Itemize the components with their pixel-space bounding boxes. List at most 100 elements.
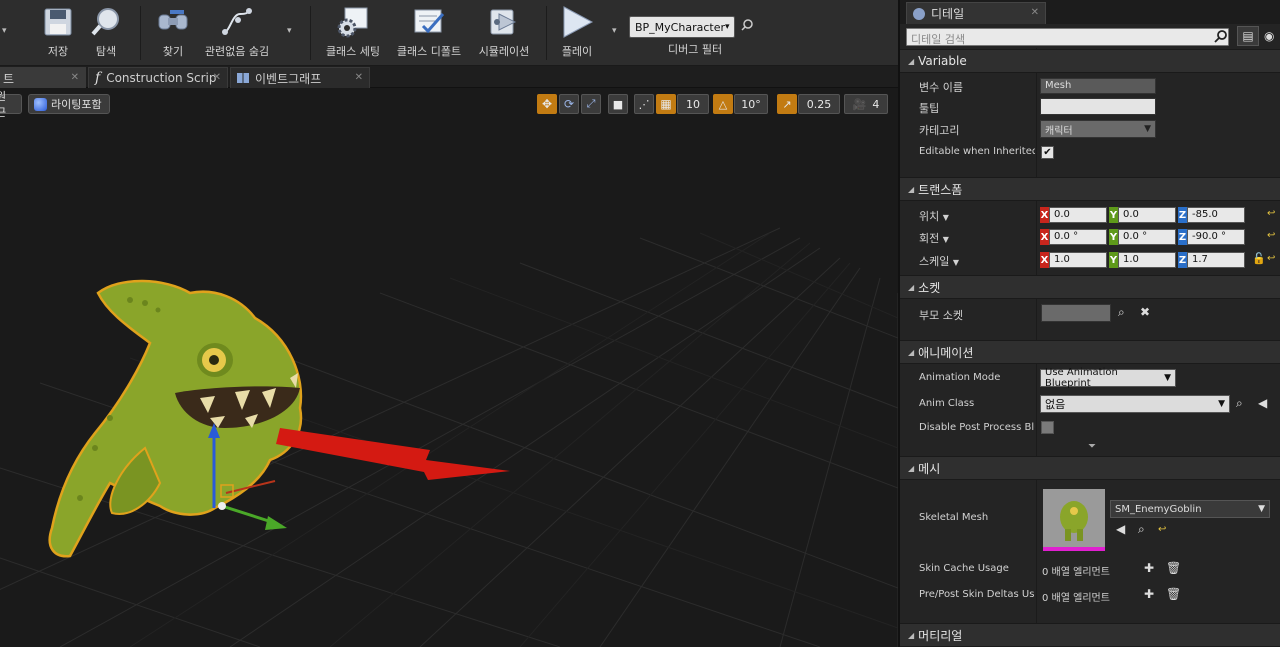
- scale-x[interactable]: X 1.0: [1040, 252, 1107, 268]
- grid-snap-value[interactable]: 10: [677, 94, 709, 114]
- parent-socket-field[interactable]: [1041, 304, 1111, 322]
- category-mesh[interactable]: ◢ 메시: [900, 456, 1280, 480]
- expand-advanced-icon[interactable]: ⏷: [1088, 441, 1096, 452]
- coordinate-space-button[interactable]: ■: [608, 94, 628, 114]
- category-title: 애니메이션: [918, 345, 974, 360]
- chevron-down-icon: ▼: [952, 258, 960, 267]
- tab-event-graph[interactable]: 이벤트그래프 ✕: [230, 67, 370, 88]
- reset-to-default-icon[interactable]: ↩: [1267, 253, 1275, 264]
- location-x-value[interactable]: 0.0: [1049, 207, 1107, 223]
- debug-object-select[interactable]: BP_MyCharacter ▾: [629, 16, 735, 38]
- scale-y-value[interactable]: 1.0: [1118, 252, 1176, 268]
- perspective-button[interactable]: 원근: [0, 90, 22, 119]
- clear-icon[interactable]: ✖: [1140, 305, 1150, 319]
- category-material[interactable]: ◢ 머티리얼: [900, 623, 1280, 647]
- collapse-arrow-icon: ◢: [908, 282, 915, 292]
- rotation-z-value[interactable]: -90.0 °: [1187, 229, 1245, 245]
- property-label: Skeletal Mesh: [919, 512, 989, 523]
- property-label: 스케일 ▼: [919, 253, 1035, 269]
- close-icon[interactable]: ✕: [213, 72, 221, 83]
- close-icon[interactable]: ✕: [355, 72, 363, 83]
- lock-icon[interactable]: 🔓: [1252, 252, 1266, 265]
- close-icon[interactable]: ✕: [71, 72, 79, 83]
- tooltip-field[interactable]: [1040, 98, 1156, 115]
- debug-search-icon[interactable]: [741, 19, 753, 34]
- tab-viewport[interactable]: 트 ✕: [0, 67, 86, 88]
- category-socket[interactable]: ◢ 소켓: [900, 275, 1280, 299]
- skeletal-mesh-dropdown[interactable]: SM_EnemyGoblin ▼: [1110, 500, 1270, 518]
- viewport[interactable]: 원근 라이팅포함 ✥ ⟳ ⤢ ■ ⋰ ▦ 10 △ 10° ↗ 0.25 🎥 4: [0, 88, 898, 647]
- trash-icon[interactable]: 🗑: [1166, 587, 1181, 601]
- simulation-button[interactable]: 시뮬레이션: [476, 4, 532, 62]
- rotation-z[interactable]: Z -90.0 °: [1178, 229, 1245, 245]
- add-element-icon[interactable]: ✚: [1144, 587, 1154, 601]
- scale-snap-toggle[interactable]: ↗: [777, 94, 797, 114]
- category-variable[interactable]: ◢ Variable: [900, 49, 1280, 73]
- tab-label: 트: [3, 71, 15, 86]
- location-x[interactable]: X 0.0: [1040, 207, 1107, 223]
- reset-to-default-icon[interactable]: ↩: [1158, 524, 1166, 535]
- play-options-caret[interactable]: ▾: [612, 26, 617, 36]
- rotate-mode-button[interactable]: ⟳: [559, 94, 579, 114]
- details-search-input[interactable]: 디테일 검색: [906, 28, 1229, 46]
- reset-to-default-icon[interactable]: ↩: [1267, 208, 1275, 219]
- hide-unrelated-caret[interactable]: ▾: [287, 26, 292, 36]
- close-icon[interactable]: ✕: [1031, 7, 1039, 18]
- field-value: 캐릭터: [1045, 125, 1073, 137]
- grid-snap-toggle[interactable]: ▦: [656, 94, 676, 114]
- location-y-value[interactable]: 0.0: [1118, 207, 1176, 223]
- lit-mode-button[interactable]: 라이팅포함: [28, 94, 110, 114]
- scale-mode-button[interactable]: ⤢: [581, 94, 601, 114]
- rotation-x-value[interactable]: 0.0 °: [1049, 229, 1107, 245]
- tab-details[interactable]: 디테일 ✕: [906, 2, 1046, 24]
- rotation-x[interactable]: X 0.0 °: [1040, 229, 1107, 245]
- browse-button[interactable]: 탐색: [88, 4, 124, 62]
- class-defaults-button[interactable]: 클래스 디폴트: [396, 4, 462, 62]
- rotation-snap-value[interactable]: 10°: [734, 94, 768, 114]
- rotation-y[interactable]: Y 0.0 °: [1109, 229, 1176, 245]
- translate-mode-button[interactable]: ✥: [537, 94, 557, 114]
- search-icon[interactable]: [1214, 30, 1227, 46]
- camera-speed-button[interactable]: 🎥 4: [844, 94, 888, 114]
- play-button[interactable]: 플레이: [558, 4, 596, 62]
- surface-snap-button[interactable]: ⋰: [634, 94, 654, 114]
- add-element-icon[interactable]: ✚: [1144, 561, 1154, 575]
- scale-x-value[interactable]: 1.0: [1049, 252, 1107, 268]
- skeletal-mesh-thumbnail[interactable]: [1043, 489, 1105, 551]
- row-disable-post-process: Disable Post Process Blu: [900, 418, 1280, 440]
- location-z-value[interactable]: -85.0: [1187, 207, 1245, 223]
- editable-inherited-checkbox[interactable]: ✔: [1041, 146, 1054, 159]
- rotation-y-value[interactable]: 0.0 °: [1118, 229, 1176, 245]
- use-selected-icon[interactable]: ◀: [1258, 396, 1267, 410]
- animation-mode-dropdown[interactable]: Use Animation Blueprint ▼: [1040, 367, 1176, 389]
- toolbar-overflow-caret[interactable]: ▾: [2, 26, 7, 36]
- scale-snap-value[interactable]: 0.25: [798, 94, 840, 114]
- disable-post-process-checkbox[interactable]: [1041, 421, 1054, 434]
- location-z[interactable]: Z -85.0: [1178, 207, 1245, 223]
- trash-icon[interactable]: 🗑: [1166, 561, 1181, 575]
- browse-icon[interactable]: ⌕: [1236, 396, 1243, 411]
- scale-z[interactable]: Z 1.7: [1178, 252, 1245, 268]
- use-selected-icon[interactable]: ◀: [1116, 522, 1125, 536]
- category-transform[interactable]: ◢ 트랜스폼: [900, 177, 1280, 201]
- find-button[interactable]: 찾기: [155, 4, 191, 62]
- class-settings-button[interactable]: 클래스 세팅: [324, 4, 382, 62]
- simulation-icon: [486, 4, 522, 40]
- browse-icon[interactable]: ⌕: [1138, 522, 1145, 537]
- variable-name-field[interactable]: Mesh: [1040, 78, 1156, 94]
- scale-y[interactable]: Y 1.0: [1109, 252, 1176, 268]
- scale-z-value[interactable]: 1.7: [1187, 252, 1245, 268]
- hide-unrelated-button[interactable]: 관련없음 숨김: [204, 4, 270, 62]
- goblin-character[interactable]: [48, 279, 303, 558]
- save-button[interactable]: 저장: [40, 4, 76, 62]
- reset-to-default-icon[interactable]: ↩: [1267, 230, 1275, 241]
- eye-icon[interactable]: ◉: [1264, 29, 1274, 43]
- search-icon[interactable]: ⌕: [1118, 305, 1125, 320]
- rotation-snap-toggle[interactable]: △: [713, 94, 733, 114]
- location-y[interactable]: Y 0.0: [1109, 207, 1176, 223]
- category-animation[interactable]: ◢ 애니메이션: [900, 340, 1280, 364]
- category-dropdown[interactable]: 캐릭터 ▼: [1040, 120, 1156, 138]
- anim-class-dropdown[interactable]: 없음 ▼: [1040, 395, 1230, 413]
- property-matrix-button[interactable]: ▤: [1237, 26, 1259, 46]
- tab-construction-script[interactable]: f Construction Scrip ✕: [88, 67, 228, 88]
